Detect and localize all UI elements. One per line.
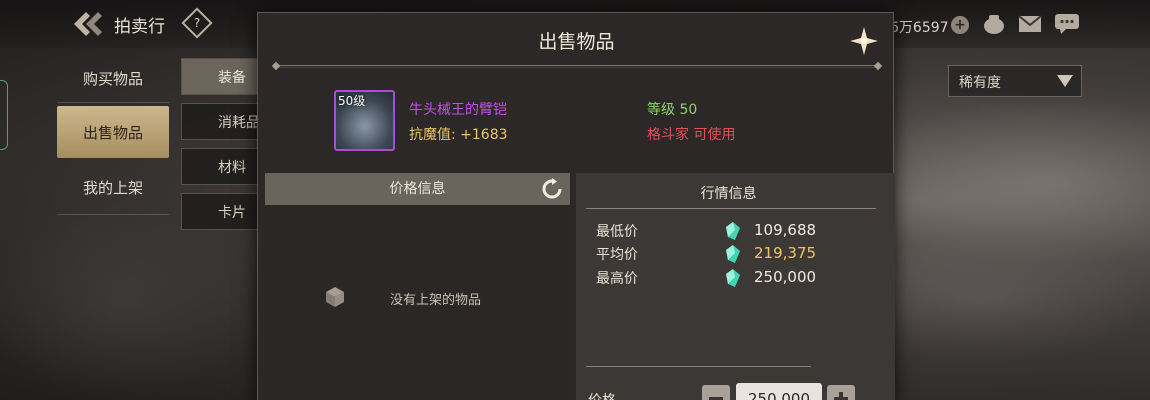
item-stat: 抗魔值: +1683 xyxy=(409,127,508,143)
market-divider xyxy=(586,208,876,209)
avg-price-label: 平均价 xyxy=(596,247,638,263)
left-edge-tab[interactable] xyxy=(0,80,8,150)
max-price-value: 250,000 xyxy=(754,268,817,286)
item-level-badge: 50级 xyxy=(338,94,366,108)
gem-icon xyxy=(726,245,740,263)
nav-sell-items[interactable]: 出售物品 xyxy=(57,106,169,158)
min-price-label: 最低价 xyxy=(596,224,638,240)
chevron-down-icon xyxy=(1057,75,1073,87)
rarity-dropdown[interactable]: 稀有度 xyxy=(948,65,1082,97)
help-icon[interactable]: ? xyxy=(181,7,213,39)
dialog-title: 出售物品 xyxy=(538,31,615,53)
tab-cards[interactable]: 卡片 xyxy=(181,193,261,230)
price-info-panel: 价格信息 没有上架的物品 xyxy=(265,173,571,400)
nav-my-listings[interactable]: 我的上架 xyxy=(57,161,169,213)
min-price-row: 最低价 109,688 xyxy=(596,221,876,241)
bag-icon[interactable] xyxy=(982,13,1006,35)
avg-price-row: 平均价 219,375 xyxy=(596,244,876,264)
market-info-title: 行情信息 xyxy=(700,186,757,202)
rarity-dropdown-label: 稀有度 xyxy=(959,75,1001,91)
title-divider xyxy=(271,61,883,71)
currency-amount: 6万6597 xyxy=(890,20,949,36)
max-price-row: 最高价 250,000 xyxy=(596,268,876,288)
mail-icon[interactable] xyxy=(1018,15,1042,33)
decrease-price-button[interactable] xyxy=(702,385,730,400)
increase-price-button[interactable] xyxy=(827,385,855,400)
tab-equipment[interactable]: 装备 xyxy=(181,58,261,95)
item-class-requirement: 格斗家 可使用 xyxy=(647,127,736,143)
page-title: 拍卖行 xyxy=(114,17,165,37)
empty-box-icon xyxy=(323,285,347,309)
nav-divider xyxy=(57,214,169,215)
nav-buy-items[interactable]: 购买物品 xyxy=(57,52,169,104)
sell-divider xyxy=(586,366,811,367)
item-level-requirement: 等级 50 xyxy=(647,102,698,118)
tab-materials[interactable]: 材料 xyxy=(181,148,261,185)
price-info-title: 价格信息 xyxy=(389,181,446,197)
divider-ornament xyxy=(271,61,281,71)
sell-price-label: 价格 xyxy=(588,390,616,400)
help-glyph: ? xyxy=(193,16,201,30)
auction-nav: 购买物品 出售物品 我的上架 xyxy=(57,50,169,220)
sell-item-dialog: 出售物品 50级 牛头械王的臂铠 抗魔值: +1683 等级 50 格斗家 可使… xyxy=(257,12,895,400)
sell-price-input[interactable]: 250,000 xyxy=(736,383,822,400)
max-price-label: 最高价 xyxy=(596,271,638,287)
tab-consumables[interactable]: 消耗品 xyxy=(181,103,261,140)
item-name: 牛头械王的臂铠 xyxy=(409,102,507,118)
add-currency-button[interactable]: + xyxy=(951,16,969,34)
chat-icon[interactable] xyxy=(1054,13,1080,35)
refresh-icon[interactable] xyxy=(541,178,563,200)
avg-price-value: 219,375 xyxy=(754,244,817,262)
price-info-header: 价格信息 xyxy=(265,173,570,205)
close-icon[interactable] xyxy=(848,25,880,57)
item-slot[interactable]: 50级 xyxy=(334,90,395,151)
market-info-panel: 行情信息 最低价 109,688 平均价 219,375 最高价 250,000… xyxy=(576,173,895,400)
gem-icon xyxy=(726,222,740,240)
divider-ornament xyxy=(873,61,883,71)
nav-divider xyxy=(57,102,169,103)
gem-icon xyxy=(726,269,740,287)
empty-listing-text: 没有上架的物品 xyxy=(390,293,482,308)
back-arrow-icon[interactable] xyxy=(72,10,106,38)
min-price-value: 109,688 xyxy=(754,221,817,239)
